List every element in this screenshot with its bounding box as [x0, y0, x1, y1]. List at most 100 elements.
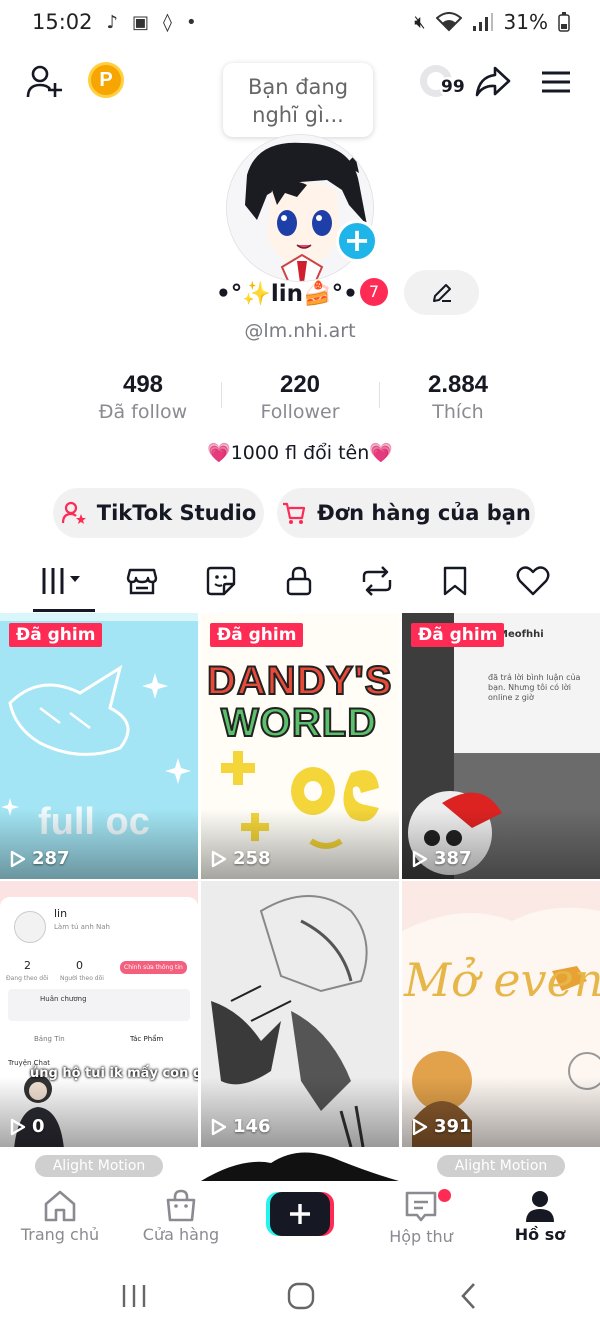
- note-bubble-line2: nghĩ gì...: [252, 103, 344, 127]
- content-tabs: [0, 556, 600, 612]
- play-icon: [10, 850, 26, 867]
- view-count: 146: [211, 1116, 271, 1137]
- next-row-strip: Alight Motion Alight Motion: [0, 1147, 600, 1181]
- video-title-line2: WORLD: [220, 700, 378, 746]
- view-count-value: 391: [434, 1116, 472, 1137]
- play-icon: [412, 1118, 428, 1135]
- nav-home[interactable]: Trang chủ: [5, 1189, 115, 1244]
- thumb-tab2: Tác Phẩm: [130, 1035, 164, 1043]
- video-thumbnail[interactable]: Meofhhi đã trả lời bình luận của bạn. Nh…: [402, 613, 600, 879]
- thumb-stat1-label: Đang theo dõi: [6, 975, 49, 982]
- play-icon: [412, 850, 428, 867]
- tab-stickers[interactable]: [182, 556, 260, 606]
- tiktok-studio-label: TikTok Studio: [96, 501, 257, 525]
- mute-icon: 🔇︎: [414, 11, 426, 33]
- add-friend-button[interactable]: [22, 62, 66, 102]
- nav-inbox-label: Hộp thư: [389, 1227, 453, 1246]
- create-button-body: [270, 1192, 330, 1236]
- hamburger-icon: [542, 71, 570, 93]
- add-avatar-button[interactable]: +: [336, 220, 378, 262]
- home-icon: [44, 1190, 76, 1222]
- stat-followers[interactable]: 220 Follower: [220, 371, 380, 423]
- view-count: 0: [10, 1116, 45, 1137]
- view-count-value: 146: [233, 1116, 271, 1137]
- nav-profile-label: Hồ sơ: [514, 1225, 566, 1244]
- video-thumbnail[interactable]: 146: [201, 881, 399, 1147]
- bottom-nav: Trang chủ Cửa hàng Hộp thư Hồ sơ: [0, 1181, 600, 1263]
- battery-percent: 31%: [503, 10, 548, 34]
- nav-profile[interactable]: Hồ sơ: [485, 1189, 595, 1244]
- bookmark-icon: [443, 566, 467, 596]
- video-thumbnail[interactable]: full oc Đã ghim 287: [0, 613, 198, 879]
- stat-following[interactable]: 498 Đã follow: [63, 371, 223, 423]
- create-button[interactable]: [266, 1192, 334, 1238]
- view-count: 287: [10, 848, 70, 869]
- nickname-badge: 7: [360, 278, 388, 306]
- view-count-value: 387: [434, 848, 472, 869]
- thumb-stat1: 2: [24, 959, 31, 972]
- signal-icon: [472, 13, 493, 31]
- thumb-name: lin: [54, 907, 68, 920]
- play-icon: [10, 1118, 26, 1135]
- system-nav-bar: [0, 1263, 600, 1333]
- diamond-notification-icon: ◊: [163, 11, 172, 33]
- battery-icon: [558, 12, 570, 32]
- username: @lm.nhi.art: [244, 320, 356, 342]
- thumb-comment-text: đã trả lời bình luận của bạn. Nhưng tôi …: [488, 673, 581, 702]
- pinned-badge: Đã ghim: [210, 623, 304, 647]
- stat-label: Follower: [260, 401, 340, 423]
- play-icon: [211, 1118, 227, 1135]
- thumb-tab1: Bảng Tin: [34, 1035, 65, 1043]
- view-count-value: 0: [32, 1116, 45, 1137]
- shopping-bag-icon: [166, 1189, 196, 1222]
- video-thumbnail[interactable]: DANDY'S WORLD Đã ghim 258: [201, 613, 399, 879]
- nav-inbox[interactable]: Hộp thư: [366, 1189, 476, 1246]
- edit-profile-button[interactable]: [404, 270, 479, 315]
- orders-button[interactable]: Đơn hàng của bạn: [277, 488, 535, 538]
- status-bar: 15:02 ♪ ▣ ◊ • 🔇︎ 31%: [0, 0, 600, 44]
- tab-videos[interactable]: [25, 556, 103, 606]
- tab-favorites[interactable]: [416, 556, 494, 606]
- thumb-stat2-label: Người theo dõi: [60, 975, 104, 982]
- orders-label: Đơn hàng của bạn: [317, 501, 531, 525]
- heart-icon: [516, 566, 550, 596]
- clock: 15:02: [32, 10, 93, 34]
- pinned-badge: Đã ghim: [9, 623, 103, 647]
- video-thumbnail[interactable]: lin Làm tú anh Nah 2 Đang theo dõi 0 Ngư…: [0, 881, 198, 1147]
- back-chevron-icon[interactable]: [455, 1281, 485, 1311]
- tab-shop[interactable]: [103, 556, 181, 606]
- view-count-value: 287: [32, 848, 70, 869]
- recent-apps-icon[interactable]: [119, 1281, 149, 1311]
- thumb-edit-btn: Chỉnh sửa thông tin: [120, 961, 187, 974]
- storefront-icon: [126, 568, 158, 595]
- stat-label: Đã follow: [98, 401, 188, 423]
- view-count: 258: [211, 848, 271, 869]
- sticker-smile-icon: [206, 566, 236, 596]
- view-count-value: 258: [233, 848, 271, 869]
- nav-shop[interactable]: Cửa hàng: [126, 1189, 236, 1244]
- stat-label: Thích: [432, 401, 484, 423]
- pinned-badge: Đã ghim: [411, 623, 505, 647]
- stat-likes[interactable]: 2.884 Thích: [378, 371, 538, 423]
- bio: 💗1000 fl đổi tên💗: [207, 442, 393, 464]
- tab-private[interactable]: [260, 556, 338, 606]
- thumb-badge: Huân chương: [40, 995, 87, 1003]
- nav-shop-label: Cửa hàng: [142, 1225, 220, 1244]
- note-bubble[interactable]: Bạn đang nghĩ gì...: [223, 63, 373, 137]
- coins-button[interactable]: P: [88, 62, 124, 98]
- inbox-message-icon: [405, 1191, 437, 1222]
- play-icon: [211, 850, 227, 867]
- share-profile-button[interactable]: [472, 62, 514, 102]
- menu-button[interactable]: [536, 62, 576, 102]
- activity-button[interactable]: 99: [410, 61, 466, 103]
- tiktok-studio-button[interactable]: TikTok Studio: [53, 488, 264, 538]
- tab-liked[interactable]: [494, 556, 572, 606]
- profile-person-icon: [526, 1191, 554, 1222]
- notification-count: 99: [440, 77, 466, 97]
- home-circle-icon[interactable]: [286, 1281, 316, 1311]
- tab-reposts[interactable]: [338, 556, 416, 606]
- plus-icon: [290, 1204, 310, 1224]
- wifi-icon: [435, 12, 462, 32]
- stat-value: 2.884: [427, 371, 489, 398]
- video-thumbnail[interactable]: Mở even 391: [402, 881, 600, 1147]
